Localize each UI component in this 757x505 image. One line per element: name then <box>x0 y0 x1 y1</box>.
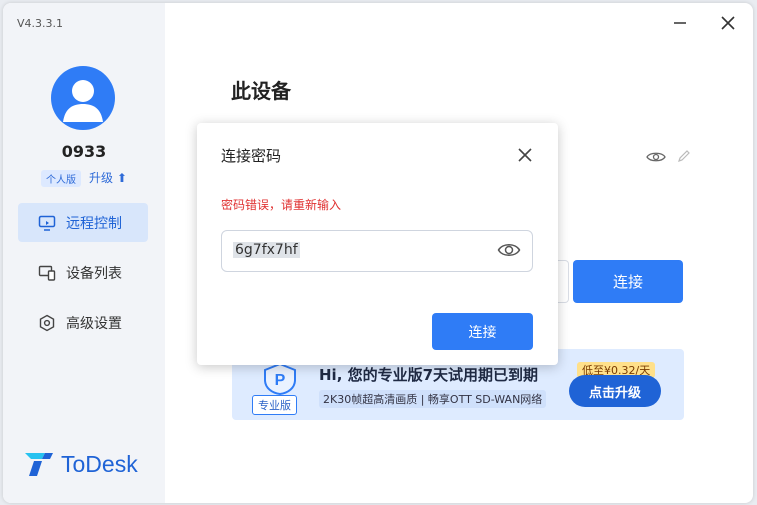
svg-text:P: P <box>275 372 286 389</box>
settings-icon <box>38 314 56 332</box>
dialog-close-button[interactable] <box>518 143 532 167</box>
page-title: 此设备 <box>231 79 291 103</box>
nav-advanced-settings[interactable]: 高级设置 <box>18 303 148 342</box>
close-icon <box>518 148 532 162</box>
avatar[interactable] <box>51 66 115 130</box>
eye-icon[interactable] <box>646 149 666 168</box>
nav-label: 设备列表 <box>66 265 122 282</box>
devices-icon <box>38 264 56 282</box>
arrow-up-icon: ⬆ <box>116 171 127 185</box>
upgrade-now-button[interactable]: 点击升级 <box>569 375 661 407</box>
username: 0933 <box>61 142 107 161</box>
monitor-icon <box>38 214 56 232</box>
minimize-button[interactable] <box>671 14 689 32</box>
todesk-logo-icon <box>25 453 53 476</box>
app-window: V4.3.3.1 0933 个人版 升级 ⬆ 远程控制 设备列表 高级设置 To… <box>3 3 753 503</box>
todesk-logo: ToDesk <box>23 450 138 478</box>
password-input[interactable]: 6g7fx7hf <box>221 230 533 272</box>
banner-subtitle: 2K30帧超高清画质 | 畅享OTT SD-WAN网络 <box>319 390 547 408</box>
edit-icon[interactable] <box>677 148 691 167</box>
close-icon <box>721 16 735 30</box>
nav-device-list[interactable]: 设备列表 <box>18 253 148 292</box>
nav-remote-control[interactable]: 远程控制 <box>18 203 148 242</box>
banner-headline: Hi, 您的专业版7天试用期已到期 <box>319 366 539 384</box>
pro-shield-icon: P <box>264 363 296 395</box>
minimize-icon <box>674 22 686 24</box>
edition-badge: 个人版 <box>41 170 81 187</box>
nav-label: 远程控制 <box>66 215 122 232</box>
dialog-title: 连接密码 <box>221 147 282 165</box>
error-message: 密码错误，请重新输入 <box>221 198 342 212</box>
version-label: V4.3.3.1 <box>17 17 64 30</box>
show-password-eye-icon[interactable] <box>497 241 521 263</box>
sidebar: V4.3.3.1 0933 个人版 升级 ⬆ 远程控制 设备列表 高级设置 To… <box>3 3 165 503</box>
password-value[interactable]: 6g7fx7hf <box>233 242 300 258</box>
main-connect-button[interactable]: 连接 <box>573 260 683 303</box>
nav-label: 高级设置 <box>66 315 122 332</box>
dialog-connect-button[interactable]: 连接 <box>432 313 533 350</box>
connect-password-dialog: 连接密码 密码错误，请重新输入 6g7fx7hf 连接 <box>197 123 558 365</box>
close-window-button[interactable] <box>719 14 737 32</box>
upgrade-link[interactable]: 升级 ⬆ <box>89 169 127 186</box>
logo-text: ToDesk <box>61 450 138 477</box>
upgrade-label: 升级 <box>89 171 114 185</box>
pro-tag: 专业版 <box>252 395 297 415</box>
